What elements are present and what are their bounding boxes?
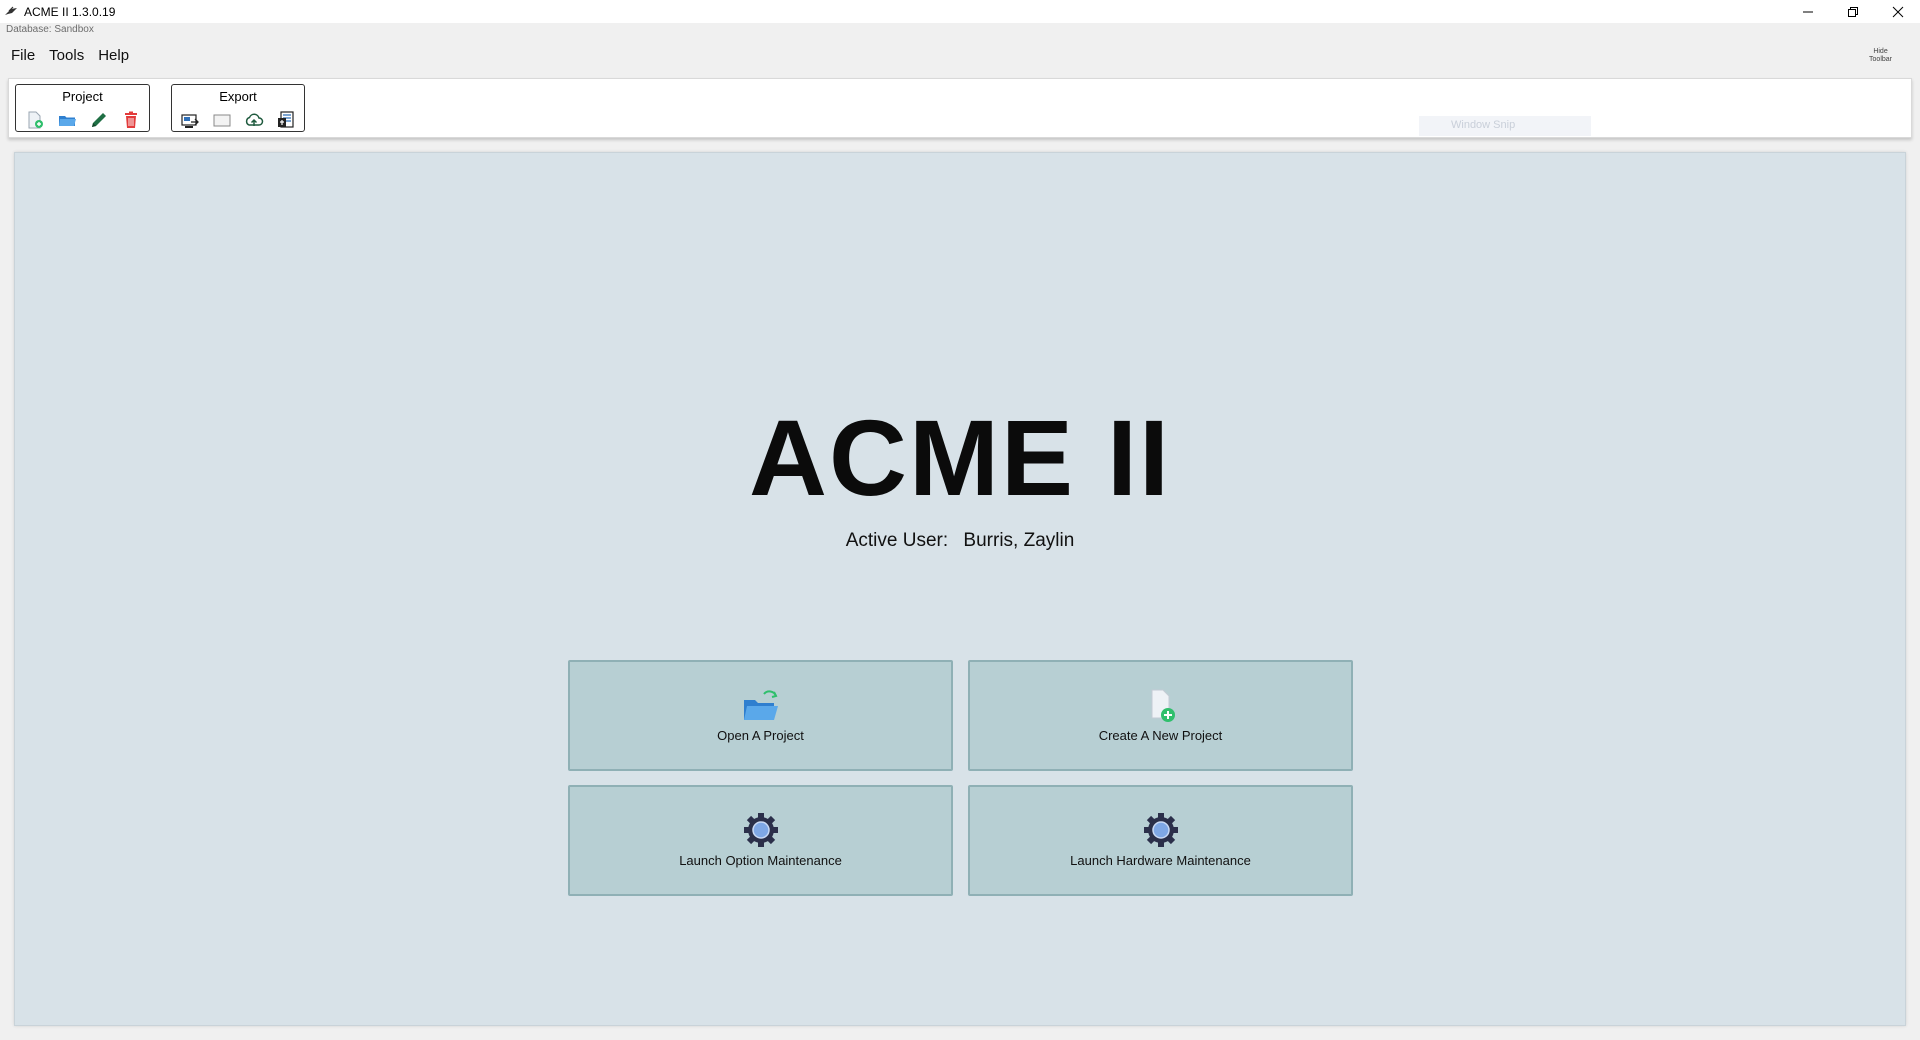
app-logo-icon	[5, 6, 17, 15]
project-group: Project	[15, 84, 150, 132]
export-report-icon	[181, 114, 199, 128]
export-blank-icon	[213, 114, 231, 127]
window-controls	[1785, 0, 1920, 23]
main-panel: ACME II Active User: Burris, Zaylin Open…	[14, 152, 1906, 1026]
edit-project-button[interactable]	[88, 110, 110, 130]
gear-search-icon	[743, 813, 778, 847]
menu-help[interactable]: Help	[91, 45, 136, 66]
export-group-title: Export	[219, 89, 257, 104]
close-button[interactable]	[1875, 0, 1920, 23]
active-user-name: Burris, Zaylin	[963, 530, 1075, 551]
restore-button[interactable]	[1830, 0, 1875, 23]
hardware-maintenance-tile[interactable]: Launch Hardware Maintenance	[968, 785, 1353, 896]
hide-toolbar-button[interactable]: Hide Toolbar	[1869, 48, 1892, 64]
project-group-title: Project	[62, 89, 103, 104]
menu-file[interactable]: File	[4, 45, 42, 66]
window-snip-overlay: Window Snip	[1419, 116, 1591, 136]
export-document-icon	[278, 111, 294, 128]
gear-search-icon	[1143, 813, 1178, 847]
open-project-button[interactable]	[56, 110, 78, 130]
active-user-label: Active User:	[845, 530, 949, 551]
hide-toolbar-label-1: Hide	[1873, 48, 1888, 55]
new-file-icon	[1151, 689, 1175, 722]
minimize-icon	[1802, 11, 1813, 12]
edit-pencil-icon	[91, 113, 106, 127]
delete-trash-icon	[124, 111, 137, 128]
menu-tools[interactable]: Tools	[42, 45, 91, 66]
app-name-heading: ACME II	[748, 397, 1171, 518]
create-project-tile[interactable]: Create A New Project	[968, 660, 1353, 771]
new-project-icon	[28, 111, 43, 129]
close-icon	[1892, 6, 1903, 17]
hardware-maintenance-label: Launch Hardware Maintenance	[1070, 853, 1251, 868]
delete-project-button[interactable]	[120, 110, 142, 130]
menu-bar: File Tools Help	[4, 45, 136, 66]
export-report-button[interactable]	[179, 110, 201, 130]
title-bar: ACME II 1.3.0.19	[0, 0, 1920, 23]
hide-toolbar-label-2: Toolbar	[1869, 56, 1892, 63]
create-project-label: Create A New Project	[1098, 728, 1223, 743]
open-folder-icon	[743, 690, 778, 720]
toolbar: Project Export	[8, 78, 1912, 138]
option-maintenance-label: Launch Option Maintenance	[679, 853, 842, 868]
cloud-upload-icon	[245, 113, 264, 126]
new-project-button[interactable]	[24, 110, 46, 130]
export-group: Export	[171, 84, 305, 132]
export-document-button[interactable]	[275, 110, 297, 130]
cloud-upload-button[interactable]	[243, 110, 265, 130]
active-user-line: Active User: Burris, Zaylin	[15, 530, 1905, 552]
open-folder-icon	[58, 116, 76, 126]
open-project-tile[interactable]: Open A Project	[568, 660, 953, 771]
export-blank-button[interactable]	[211, 110, 233, 130]
open-project-label: Open A Project	[717, 728, 804, 743]
option-maintenance-tile[interactable]: Launch Option Maintenance	[568, 785, 953, 896]
restore-icon	[1847, 6, 1858, 17]
window-title: ACME II 1.3.0.19	[24, 4, 116, 19]
minimize-button[interactable]	[1785, 0, 1830, 23]
database-label: Database: Sandbox	[6, 24, 94, 35]
